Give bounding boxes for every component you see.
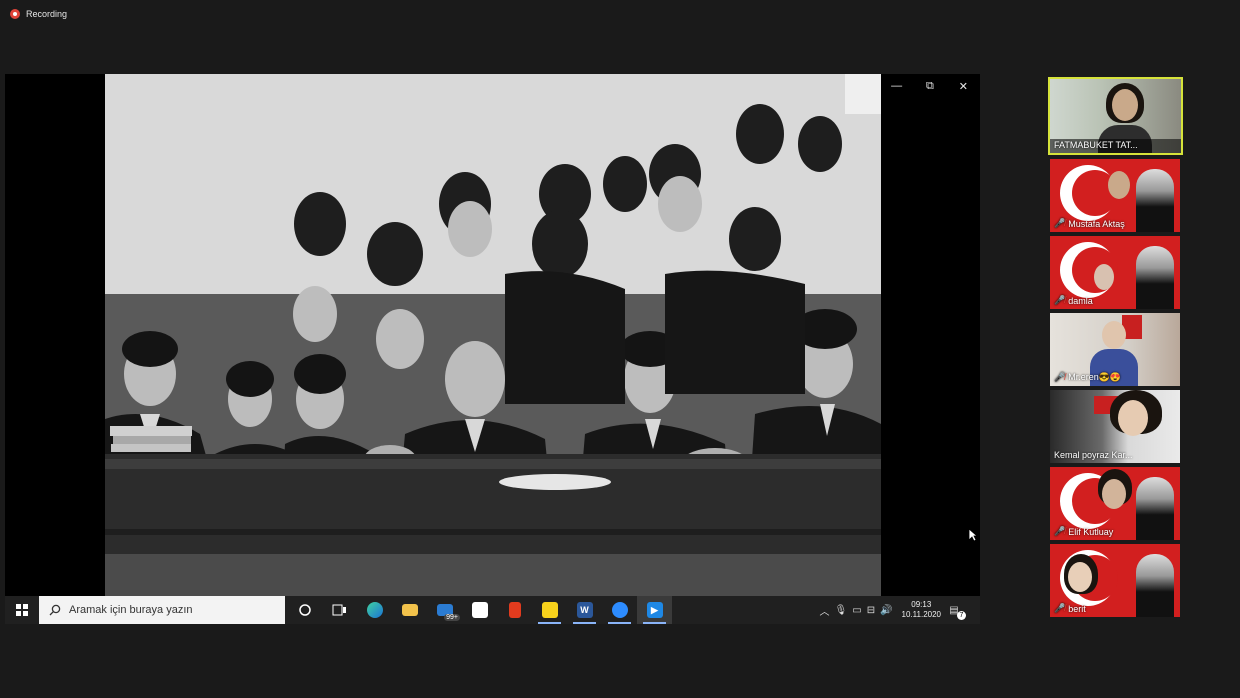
task-view-icon: [332, 604, 346, 616]
participant-tile[interactable]: 🎤̸ Mustafa Aktaş: [1050, 159, 1180, 232]
windows-logo-icon: [16, 604, 28, 616]
cortana-icon: [298, 604, 311, 616]
participant-video: [1136, 169, 1174, 232]
edge-button[interactable]: [357, 596, 392, 624]
participant-name: FATMABUKET TAT...: [1054, 140, 1138, 150]
participant-name: Mustafa Aktaş: [1068, 218, 1125, 229]
participant-video: [1112, 89, 1138, 121]
participant-name: Elif Kutluay: [1068, 526, 1114, 537]
system-tray: ︿ 🎙 ▭ ⊟ 🔊 09:13 10.11.2020 ▤ 7: [820, 596, 980, 624]
flag-crescent: [1060, 165, 1118, 221]
word-icon: W: [576, 602, 593, 618]
participant-video: [1136, 554, 1174, 617]
shared-photo: [105, 74, 881, 598]
muted-mic-icon: 🎤̸: [1054, 526, 1066, 536]
windows-taskbar: Aramak için buraya yazın 99+ W ▶ ︿ 🎙 ▭ ⊟…: [5, 596, 980, 624]
taskbar-clock[interactable]: 09:13 10.11.2020: [902, 600, 941, 620]
muted-mic-icon: 🎤̸: [1054, 218, 1066, 228]
volume-icon[interactable]: 🔊: [880, 605, 892, 616]
notification-count: 7: [957, 610, 966, 620]
recording-label: Recording: [26, 9, 68, 19]
participant-tile[interactable]: 🎤̸ damla: [1050, 236, 1180, 309]
store-icon: [471, 602, 488, 618]
battery-icon[interactable]: ▭: [852, 605, 861, 616]
participant-tile[interactable]: 🎤̸ Mr.eren😎😍: [1050, 313, 1180, 386]
media-player-icon: ▶: [646, 602, 663, 618]
participant-tile[interactable]: Kemal poyraz Kar...: [1050, 390, 1180, 463]
participant-name: damla: [1068, 295, 1093, 306]
clock-date: 10.11.2020: [901, 610, 941, 619]
recording-indicator[interactable]: Recording: [10, 9, 67, 19]
task-view-button[interactable]: [322, 596, 357, 624]
participant-video: [1136, 477, 1174, 540]
minimize-button[interactable]: —: [883, 80, 911, 92]
muted-mic-icon: 🎤̸: [1054, 372, 1066, 382]
window-controls: — ⧉ ✕: [880, 74, 980, 98]
file-explorer-icon: [401, 604, 418, 616]
chevron-up-icon[interactable]: ︿: [820, 603, 830, 618]
participant-video: [1102, 321, 1126, 349]
participant-name: Mr.eren😎😍: [1068, 372, 1122, 382]
zoom-icon: [611, 602, 628, 618]
mail-button[interactable]: 99+: [427, 596, 462, 624]
participant-tile[interactable]: 🎤̸ Elif Kutluay: [1050, 467, 1180, 540]
office-icon: [508, 602, 521, 618]
muted-mic-icon: 🎤̸: [1054, 603, 1066, 613]
participant-name: Kemal poyraz Kar...: [1054, 450, 1133, 460]
mail-badge: 99+: [444, 614, 460, 621]
file-explorer-button[interactable]: [392, 596, 427, 624]
edge-icon: [366, 602, 383, 618]
close-button[interactable]: ✕: [949, 80, 977, 93]
search-icon: [49, 604, 61, 616]
network-icon[interactable]: ⊟: [867, 605, 875, 616]
word-button[interactable]: W: [567, 596, 602, 624]
participant-video: [1136, 246, 1174, 309]
historical-photo-illustration: [105, 74, 881, 598]
participant-name: berit: [1068, 603, 1086, 614]
search-placeholder: Aramak için buraya yazın: [69, 604, 193, 616]
media-player-button[interactable]: ▶: [637, 596, 672, 624]
participant-tile[interactable]: 🎤̸ berit: [1050, 544, 1180, 617]
sticky-notes-icon: [541, 602, 558, 618]
office-button[interactable]: [497, 596, 532, 624]
shared-screen: — ⧉ ✕: [5, 74, 980, 598]
participant-gallery: FATMABUKET TAT... 🎤̸ Mustafa Aktaş 🎤̸ da…: [1048, 77, 1183, 621]
sticky-notes-button[interactable]: [532, 596, 567, 624]
zoom-button[interactable]: [602, 596, 637, 624]
store-button[interactable]: [462, 596, 497, 624]
clock-time: 09:13: [911, 600, 932, 609]
participant-tile[interactable]: FATMABUKET TAT...: [1048, 77, 1183, 155]
participant-video: [1118, 400, 1148, 436]
cortana-button[interactable]: [287, 596, 322, 624]
microphone-icon[interactable]: 🎙: [835, 605, 848, 616]
start-button[interactable]: [5, 596, 39, 624]
restore-button[interactable]: ⧉: [916, 80, 944, 93]
mouse-cursor-icon: [968, 528, 978, 542]
action-center-button[interactable]: ▤ 7: [946, 605, 966, 620]
muted-mic-icon: 🎤̸: [1054, 295, 1066, 305]
taskbar-search-box[interactable]: Aramak için buraya yazın: [39, 596, 285, 624]
recording-icon: [10, 9, 20, 19]
